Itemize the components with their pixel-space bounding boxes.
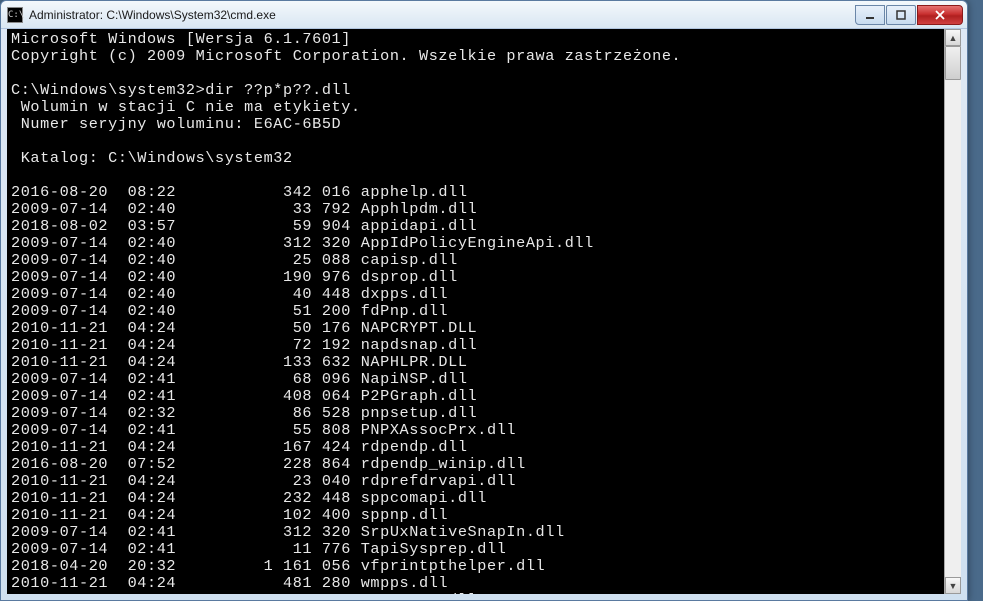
titlebar[interactable]: C:\ Administrator: C:\Windows\System32\c…: [1, 1, 967, 29]
window-controls: [854, 5, 963, 25]
command-prompt-window: C:\ Administrator: C:\Windows\System32\c…: [0, 0, 968, 601]
maximize-button[interactable]: [886, 5, 916, 25]
vertical-scrollbar[interactable]: ▲ ▼: [944, 29, 961, 594]
window-title: Administrator: C:\Windows\System32\cmd.e…: [29, 8, 854, 22]
cmd-icon: C:\: [7, 7, 23, 23]
scroll-up-button[interactable]: ▲: [945, 29, 961, 46]
scroll-down-button[interactable]: ▼: [945, 577, 961, 594]
minimize-button[interactable]: [855, 5, 885, 25]
console-output[interactable]: Microsoft Windows [Wersja 6.1.7601] Copy…: [7, 29, 944, 594]
scroll-thumb[interactable]: [945, 46, 961, 80]
client-area: Microsoft Windows [Wersja 6.1.7601] Copy…: [7, 29, 961, 594]
close-button[interactable]: [917, 5, 963, 25]
scroll-track[interactable]: [945, 46, 961, 577]
